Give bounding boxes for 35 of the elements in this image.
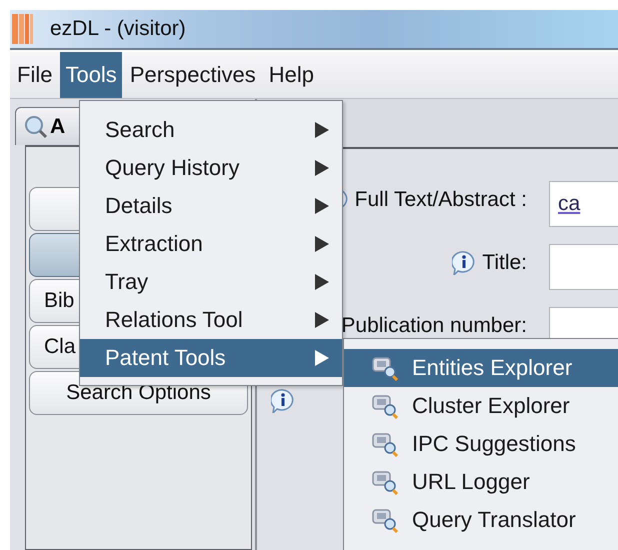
menu-item[interactable]: Query History — [80, 149, 342, 187]
window-title: ezDL - (visitor) — [50, 17, 186, 41]
menu-item[interactable]: Help — [264, 52, 320, 98]
menu-item[interactable]: Entities Explorer — [344, 349, 618, 387]
submenu-arrow-icon — [314, 349, 330, 367]
magnifier-icon — [372, 355, 398, 381]
magnifier-icon — [372, 469, 398, 495]
field-label: Full Text/Abstract : — [354, 188, 527, 212]
field-label: Publication number: — [341, 314, 527, 338]
submenu-arrow-icon — [314, 121, 330, 139]
menu-item[interactable]: IPC Suggestions — [344, 425, 618, 463]
menu-item[interactable]: URL Logger — [344, 463, 618, 501]
menu-item[interactable]: Query Translator — [344, 501, 618, 539]
submenu-arrow-icon — [314, 311, 330, 329]
menu-item[interactable]: Cluster Explorer — [344, 387, 618, 425]
menu-item[interactable]: Tools — [60, 52, 122, 98]
input-field[interactable] — [549, 244, 618, 290]
submenu-arrow-icon — [314, 197, 330, 215]
submenu-arrow-icon — [314, 235, 330, 253]
menu-item[interactable]: File — [12, 52, 58, 98]
menu-item[interactable]: Extraction — [80, 225, 342, 263]
magnifier-icon — [372, 393, 398, 419]
menu-item[interactable]: Relations Tool — [80, 301, 342, 339]
menu-item[interactable]: Patent Tools — [80, 339, 342, 377]
submenu-arrow-icon — [314, 273, 330, 291]
magnifier-icon — [372, 507, 398, 533]
search-icon — [24, 114, 48, 138]
magnifier-icon — [372, 431, 398, 457]
field-label: Title: — [482, 251, 527, 275]
submenu-arrow-icon — [314, 159, 330, 177]
input-field[interactable]: ca — [549, 181, 618, 227]
book-stack-icon — [12, 14, 34, 44]
menu-item[interactable]: Perspectives — [124, 52, 261, 98]
menu-item[interactable]: Tray — [80, 263, 342, 301]
tab-label: A — [50, 114, 66, 138]
